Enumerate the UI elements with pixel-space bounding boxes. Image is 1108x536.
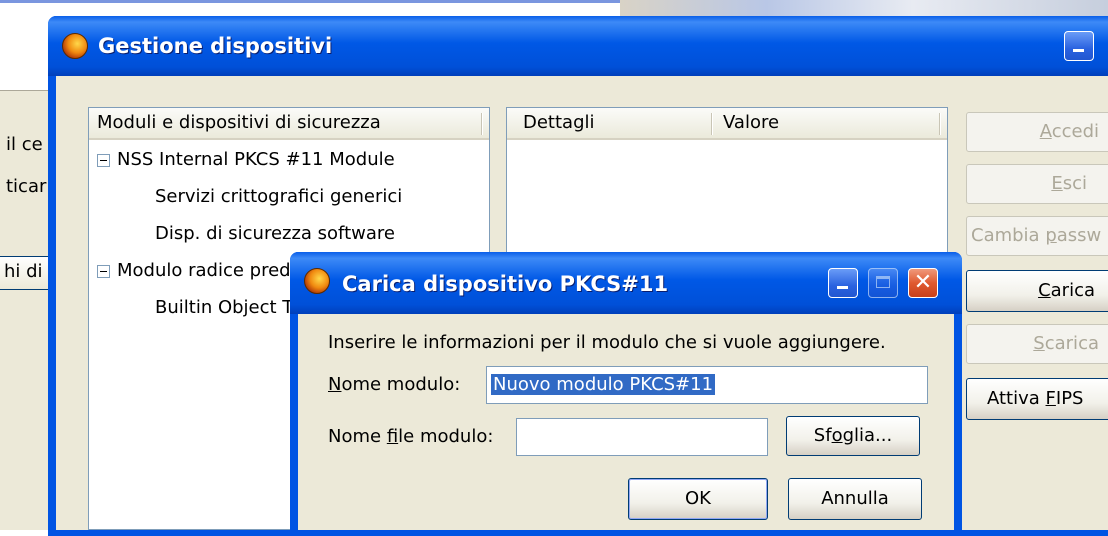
unload-label-key: S (1033, 333, 1045, 354)
background-button-label: hi di (4, 261, 43, 282)
fips-label-key: F (1045, 388, 1056, 409)
load-dialog-title: Carica dispositivo PKCS#11 (342, 272, 669, 296)
column-separator[interactable] (711, 113, 713, 135)
tree-header-label[interactable]: Moduli e dispositivi di sicurezza (89, 108, 381, 140)
tree-item-root-module[interactable]: Modulo radice pred (117, 260, 291, 281)
unload-label-post: carica (1044, 333, 1099, 354)
module-file-input[interactable] (516, 418, 768, 456)
enable-fips-button[interactable]: Attiva FIPS (966, 378, 1108, 420)
login-button[interactable]: Accedi (966, 112, 1108, 152)
details-header: Dettagli Valore (507, 108, 947, 140)
module-name-input[interactable]: Nuovo modulo PKCS#11 (486, 366, 928, 404)
maximize-icon[interactable] (868, 268, 898, 298)
browse-button[interactable]: Sfoglia... (786, 416, 920, 456)
fips-label-pre: Attiva (987, 388, 1046, 409)
module-file-label: Nome file modulo: (328, 426, 493, 447)
background-text-fragment: ticar (6, 176, 47, 197)
module-file-label-post: ile modulo: (398, 426, 494, 447)
tree-item-generic-crypto[interactable]: Servizi crittografici generici (155, 186, 402, 207)
load-button[interactable]: Carica (966, 270, 1108, 312)
cancel-button[interactable]: Annulla (788, 478, 922, 520)
module-name-label-key: N (328, 374, 342, 395)
cancel-label: Annulla (821, 488, 889, 509)
browse-label-pre: Sf (813, 425, 832, 446)
module-name-value: Nuovo modulo PKCS#11 (491, 374, 716, 395)
module-file-label-key: f (386, 426, 399, 447)
firefox-icon (304, 268, 330, 294)
tree-item-nss-module[interactable]: NSS Internal PKCS #11 Module (117, 149, 395, 170)
load-label-key: C (1038, 280, 1051, 301)
change-password-label-pre: Cambia (971, 225, 1046, 246)
tree-header: Moduli e dispositivi di sicurezza (89, 108, 489, 140)
logout-button[interactable]: Esci (966, 164, 1108, 204)
logout-label-post: sci (1062, 173, 1087, 194)
dialog-title: Gestione dispositivi (98, 34, 333, 58)
close-icon[interactable]: ✕ (908, 268, 938, 298)
unload-button[interactable]: Scarica (966, 324, 1108, 364)
login-label-key: A (1039, 121, 1052, 142)
module-file-label-pre: Nome (328, 426, 387, 447)
tree-item-software-device[interactable]: Disp. di sicurezza software (155, 223, 395, 244)
module-name-label-post: ome modulo: (341, 374, 461, 395)
minimize-icon[interactable] (828, 268, 858, 298)
details-column-header[interactable]: Dettagli (515, 108, 595, 140)
logout-label-key: E (1051, 173, 1063, 194)
tree-collapse-icon[interactable] (97, 154, 110, 167)
instruction-text: Inserire le informazioni per il modulo c… (328, 332, 886, 353)
minimize-icon[interactable] (1064, 31, 1094, 61)
browse-label-post: glia... (842, 425, 893, 446)
background-text-fragment: il ce (6, 134, 43, 155)
firefox-icon (62, 33, 88, 59)
fips-label-post: IPS (1055, 388, 1084, 409)
change-password-label-post: assw (1056, 225, 1102, 246)
login-label-post: ccedi (1051, 121, 1099, 142)
tree-collapse-icon[interactable] (97, 265, 110, 278)
browse-label-key: o (831, 425, 843, 446)
change-password-button[interactable]: Cambia passw (966, 216, 1108, 256)
column-separator[interactable] (939, 113, 941, 135)
load-label-post: arica (1050, 280, 1095, 301)
value-column-header[interactable]: Valore (715, 108, 779, 140)
background-window-border (0, 0, 620, 3)
change-password-label-key: p (1045, 225, 1057, 246)
ok-button[interactable]: OK (628, 478, 768, 520)
module-name-label: Nome modulo: (328, 374, 460, 395)
column-separator[interactable] (481, 113, 483, 135)
tree-item-builtin-object[interactable]: Builtin Object T (155, 297, 293, 318)
ok-label: OK (685, 488, 711, 509)
